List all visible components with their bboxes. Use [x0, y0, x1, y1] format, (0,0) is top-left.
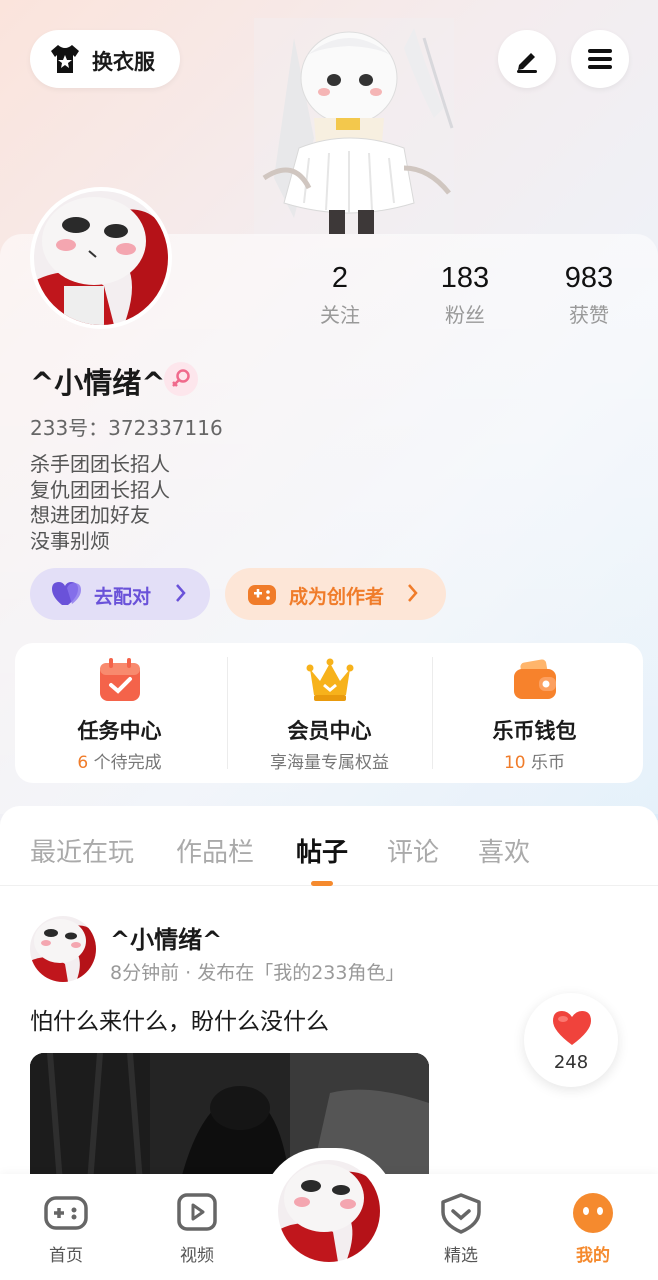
- quick-access-panel: 任务中心 6 个待完成 会员中心 享海量专属权益 乐币钱包 10 乐币: [15, 643, 643, 783]
- wallet-icon: [511, 657, 559, 703]
- task-count-suffix: 个待完成: [88, 753, 162, 773]
- bio-line: 杀手团团长招人: [30, 452, 170, 476]
- coin-wallet-subtitle: 10 乐币: [430, 748, 639, 773]
- task-center-subtitle: 6 个待完成: [15, 748, 224, 773]
- double-heart-icon: [52, 580, 82, 608]
- status-bar: [0, 0, 658, 10]
- match-label: 去配对: [94, 586, 152, 608]
- edit-profile-button[interactable]: [498, 30, 556, 88]
- coin-wallet-title: 乐币钱包: [492, 719, 577, 743]
- post-author-avatar[interactable]: [30, 916, 96, 982]
- match-button[interactable]: 去配对: [30, 568, 210, 620]
- stat-followers-label: 粉丝: [445, 303, 485, 327]
- nav-featured[interactable]: 精选: [416, 1188, 506, 1268]
- vip-benefits-text: 享海量专属权益: [270, 753, 389, 773]
- active-tab-indicator: [311, 881, 333, 886]
- avatar[interactable]: [30, 187, 172, 329]
- stat-following[interactable]: 2 关注: [280, 262, 400, 328]
- tab-likes[interactable]: 喜欢: [478, 832, 530, 869]
- task-calendar-icon: [96, 657, 144, 703]
- pencil-icon: [517, 53, 537, 73]
- profile-face-icon: [573, 1193, 613, 1233]
- stat-following-label: 关注: [320, 303, 360, 327]
- nav-video-label: 视频: [180, 1246, 214, 1266]
- task-count: 6: [77, 753, 89, 773]
- become-creator-label: 成为创作者: [289, 586, 385, 608]
- avatar-character-model[interactable]: [254, 18, 454, 236]
- profile-tabs: 最近在玩 作品栏 帖子 评论 喜欢: [0, 806, 658, 886]
- nav-featured-label: 精选: [444, 1246, 478, 1266]
- vip-center-subtitle: 享海量专属权益: [225, 748, 434, 773]
- change-outfit-label: 换衣服: [92, 50, 155, 74]
- nav-home-label: 首页: [49, 1246, 83, 1266]
- user-id: 233号：372337116: [30, 416, 223, 440]
- coin-wallet-entry[interactable]: 乐币钱包 10 乐币: [430, 643, 639, 783]
- profile-nickname: ^小情绪^: [30, 366, 166, 400]
- nav-center-avatar-button[interactable]: [278, 1160, 380, 1262]
- nav-home[interactable]: 首页: [21, 1188, 111, 1268]
- like-button[interactable]: 248: [524, 993, 618, 1087]
- shirt-icon: [48, 43, 82, 75]
- nav-video[interactable]: 视频: [152, 1188, 242, 1268]
- stat-followers-value: 183: [440, 262, 490, 294]
- stat-followers[interactable]: 183 粉丝: [405, 262, 525, 328]
- tab-comments[interactable]: 评论: [387, 832, 439, 869]
- female-icon: [164, 362, 198, 396]
- gamepad-icon: [44, 1196, 88, 1230]
- menu-icon: [588, 49, 612, 69]
- tab-works[interactable]: 作品栏: [176, 832, 254, 869]
- status-bar-time: [28, 0, 118, 4]
- post-text[interactable]: 怕什么来什么，盼什么没什么: [30, 1002, 329, 1036]
- bio-line: 复仇团团长招人: [30, 477, 170, 502]
- heart-icon: [553, 1011, 591, 1045]
- post-meta: 8分钟前 · 发布在「我的233角色」: [110, 962, 405, 984]
- bio-line: 没事别烦: [30, 528, 110, 553]
- video-play-icon: [177, 1193, 217, 1231]
- coin-unit: 乐币: [525, 753, 566, 773]
- nav-me[interactable]: 我的: [548, 1188, 638, 1268]
- post-author-name[interactable]: ^小情绪^: [110, 920, 222, 955]
- profile-bio: 杀手团团长招人 复仇团团长招人 想进团加好友 没事别烦: [30, 452, 170, 554]
- nav-me-label: 我的: [576, 1246, 610, 1266]
- heart-badge-icon: [441, 1193, 481, 1234]
- vip-center-title: 会员中心: [287, 719, 372, 743]
- gamepad-creator-icon: [247, 580, 277, 608]
- bio-line: 想进团加好友: [30, 503, 150, 527]
- menu-button[interactable]: [571, 30, 629, 88]
- chevron-right-icon: [406, 582, 420, 604]
- coin-balance: 10: [503, 753, 526, 773]
- stat-following-value: 2: [331, 262, 349, 294]
- stat-likes-label: 获赞: [569, 303, 609, 327]
- like-count: 248: [553, 1052, 589, 1073]
- vip-center-entry[interactable]: 会员中心 享海量专属权益: [225, 643, 434, 783]
- status-bar-indicators: [538, 0, 628, 4]
- become-creator-button[interactable]: 成为创作者: [225, 568, 446, 620]
- task-center-title: 任务中心: [77, 719, 162, 743]
- task-center-entry[interactable]: 任务中心 6 个待完成: [15, 643, 224, 783]
- stat-likes-value: 983: [564, 262, 614, 294]
- crown-icon: [306, 657, 354, 703]
- stat-likes[interactable]: 983 获赞: [529, 262, 649, 328]
- chevron-right-icon: [174, 582, 188, 604]
- tab-recently-played[interactable]: 最近在玩: [30, 832, 134, 869]
- change-outfit-button[interactable]: 换衣服: [30, 30, 180, 88]
- tab-posts[interactable]: 帖子: [296, 832, 348, 869]
